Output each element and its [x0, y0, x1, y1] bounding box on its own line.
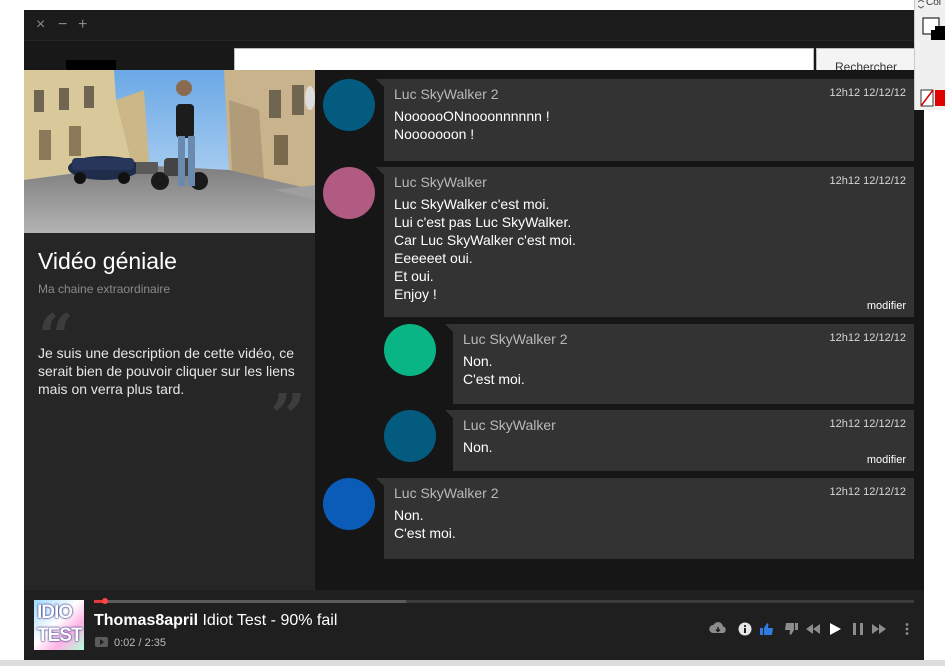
thumbs-up-icon[interactable] [758, 620, 776, 638]
track-uploader[interactable]: Thomas8april [94, 612, 198, 629]
thumb-text-line1: IDIO [37, 602, 73, 623]
avatar[interactable] [323, 79, 375, 131]
comment-line: Non. [463, 353, 493, 369]
fast-forward-icon[interactable] [870, 620, 888, 638]
now-playing: Thomas8april Idiot Test - 90% fail [94, 612, 337, 630]
pause-icon[interactable] [849, 620, 867, 638]
video-frame-image [24, 70, 315, 233]
desktop-taskbar-edge [0, 660, 945, 666]
color-swatches[interactable] [915, 0, 945, 110]
comments-panel: Luc SkyWalker 2 12h12 12/12/12 NoooooONn… [315, 70, 924, 590]
comment-line: Et oui. [394, 268, 434, 284]
comment-time: 12h12 12/12/12 [829, 486, 906, 498]
maximize-button[interactable]: + [78, 16, 87, 34]
music-player-bar: IDIO TEST Thomas8april Idiot Test - 90% … [24, 590, 924, 660]
color-panel-label: Col [926, 0, 942, 8]
thumb-text-line2: TEST [37, 625, 83, 646]
title-bar: × − + [24, 10, 924, 41]
info-icon[interactable] [736, 620, 754, 638]
avatar[interactable] [323, 478, 375, 530]
comment-author[interactable]: Luc SkyWalker [463, 417, 556, 433]
rewind-icon[interactable] [804, 620, 822, 638]
thumbs-down-icon[interactable] [782, 620, 800, 638]
play-icon[interactable] [826, 620, 844, 638]
comment-line: Enjoy ! [394, 286, 437, 302]
comment-line: Non. [394, 507, 424, 523]
close-quote-icon: ” [270, 380, 306, 453]
avatar[interactable] [323, 167, 375, 219]
more-icon[interactable] [898, 620, 916, 638]
comment-line: C'est moi. [463, 371, 525, 387]
progress-buffer [94, 600, 406, 603]
comment-line: Non. [463, 439, 493, 455]
comment-author[interactable]: Luc SkyWalker 2 [394, 485, 499, 501]
color-picker-panel: Col [914, 0, 945, 110]
close-button[interactable]: × [36, 16, 45, 34]
comment-3: Luc SkyWalker 12h12 12/12/12 Non. modifi… [445, 410, 914, 471]
video-title: Vidéo géniale [38, 248, 177, 274]
avatar[interactable] [384, 324, 436, 376]
cloud-download-icon[interactable] [709, 620, 727, 638]
progress-handle[interactable] [101, 598, 108, 604]
comment-text: Non. C'est moi. [394, 506, 456, 542]
comment-text: Non. C'est moi. [463, 352, 525, 388]
comment-time: 12h12 12/12/12 [829, 175, 906, 187]
video-description: Je suis une description de cette vidéo, … [38, 345, 295, 397]
comment-line: Luc SkyWalker c'est moi. [394, 196, 550, 212]
comment-author[interactable]: Luc SkyWalker 2 [463, 331, 568, 347]
channel-name[interactable]: Ma chaine extraordinaire [38, 282, 170, 296]
comment-time: 12h12 12/12/12 [829, 332, 906, 344]
track-thumbnail[interactable]: IDIO TEST [34, 600, 84, 650]
comment-line: Eeeeeet oui. [394, 250, 473, 266]
comment-line: C'est moi. [394, 525, 456, 541]
app-window: × − + Rechercher Vidéo géniale Ma chaine… [24, 10, 924, 660]
comment-text: Luc SkyWalker c'est moi. Lui c'est pas L… [394, 195, 576, 303]
progress-bar[interactable] [94, 598, 914, 604]
edit-comment-link[interactable]: modifier [867, 454, 906, 466]
youtube-icon [95, 637, 108, 647]
video-info-panel: Vidéo géniale Ma chaine extraordinaire “… [24, 70, 315, 590]
comment-0: Luc SkyWalker 2 12h12 12/12/12 NoooooONn… [376, 79, 914, 161]
avatar[interactable] [384, 410, 436, 462]
edit-comment-link[interactable]: modifier [867, 300, 906, 312]
comment-line: Lui c'est pas Luc SkyWalker. [394, 214, 572, 230]
comment-time: 12h12 12/12/12 [829, 87, 906, 99]
comment-author[interactable]: Luc SkyWalker [394, 174, 487, 190]
comment-4: Luc SkyWalker 2 12h12 12/12/12 Non. C'es… [376, 478, 914, 559]
comment-line: Car Luc SkyWalker c'est moi. [394, 232, 576, 248]
comment-line: NoooooONnooonnnnnn ! [394, 108, 550, 124]
comment-text: NoooooONnooonnnnnn ! Nooooooon ! [394, 107, 550, 143]
minimize-button[interactable]: − [58, 16, 67, 34]
track-time: 0:02 / 2:35 [114, 637, 166, 649]
comment-text: Non. [463, 438, 493, 456]
comment-1: Luc SkyWalker 12h12 12/12/12 Luc SkyWalk… [376, 167, 914, 317]
comment-time: 12h12 12/12/12 [829, 418, 906, 430]
track-title: Idiot Test - 90% fail [202, 612, 338, 629]
comment-author[interactable]: Luc SkyWalker 2 [394, 86, 499, 102]
comment-line: Nooooooon ! [394, 126, 475, 142]
comment-2: Luc SkyWalker 2 12h12 12/12/12 Non. C'es… [445, 324, 914, 404]
video-thumbnail[interactable] [24, 70, 315, 233]
